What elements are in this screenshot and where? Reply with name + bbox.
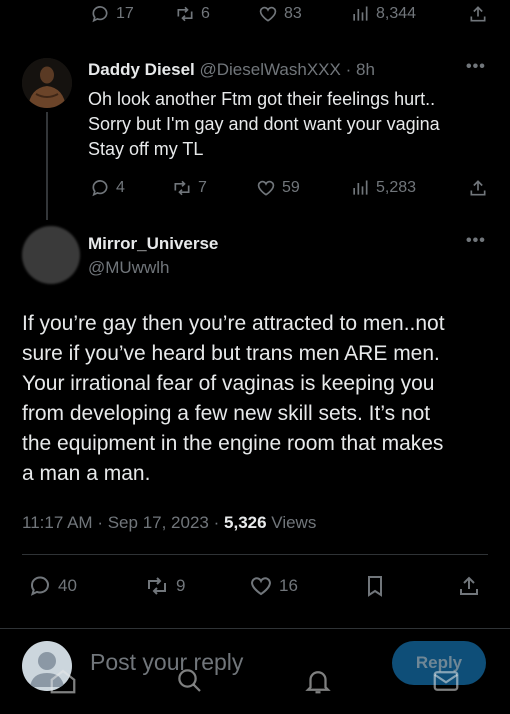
heart-icon — [251, 577, 271, 596]
heart-icon — [259, 6, 277, 22]
messages-icon[interactable] — [431, 666, 461, 696]
share-action[interactable] — [468, 178, 488, 198]
tweet-line: from developing a few new skill sets. It… — [22, 402, 431, 425]
separator: · — [345, 60, 352, 79]
repost-action[interactable]: 6 — [175, 4, 210, 24]
views-action[interactable]: 5,283 — [350, 178, 416, 198]
tweet-line: Stay off my TL — [88, 139, 204, 159]
views-icon — [353, 6, 368, 21]
more-icon[interactable]: ••• — [466, 58, 486, 76]
bookmark-icon — [368, 576, 382, 597]
like-action[interactable]: 16 — [249, 574, 298, 598]
tweet-date[interactable]: Sep 17, 2023 — [108, 513, 209, 532]
repost-count: 7 — [198, 179, 207, 196]
home-icon[interactable] — [48, 666, 78, 696]
tweet-time[interactable]: 11:17 AM — [22, 513, 93, 532]
repost-icon — [174, 180, 190, 196]
reply-action[interactable]: 4 — [90, 178, 125, 198]
reply-composer: Post your reply Reply — [0, 628, 510, 714]
avatar[interactable] — [22, 226, 80, 284]
view-count: 8,344 — [376, 5, 417, 22]
tweet-line: the equipment in the engine room that ma… — [22, 432, 444, 455]
search-icon[interactable] — [175, 666, 205, 696]
like-action[interactable]: 59 — [256, 178, 300, 198]
share-icon — [460, 576, 478, 595]
timestamp[interactable]: 8h — [356, 60, 375, 79]
avatar-image — [22, 58, 72, 108]
handle[interactable]: @DieselWashXXX — [200, 60, 341, 79]
tweet-line: Sorry but I'm gay and dont want your vag… — [88, 114, 440, 134]
repost-action[interactable]: 9 — [144, 574, 185, 598]
share-icon — [470, 6, 486, 22]
share-icon — [470, 180, 486, 196]
tweet-text: Oh look another Ftm got their feelings h… — [88, 87, 498, 162]
reply-action[interactable]: 40 — [28, 574, 77, 598]
reply-action[interactable]: 17 — [90, 4, 134, 24]
reply-count: 17 — [116, 5, 134, 22]
like-count: 59 — [282, 179, 300, 196]
handle[interactable]: @MUwwlh — [88, 258, 218, 278]
tweet-line: Oh look another Ftm got their feelings h… — [88, 89, 436, 109]
repost-count: 9 — [176, 576, 186, 595]
separator: · — [213, 513, 220, 532]
bookmark-action[interactable] — [363, 574, 387, 598]
tweet-text: If you’re gay then you’re attracted to m… — [22, 309, 502, 489]
like-count: 83 — [284, 5, 302, 22]
reply-count: 40 — [58, 576, 77, 595]
notifications-icon[interactable] — [303, 666, 333, 696]
views-action[interactable]: 8,344 — [350, 4, 416, 24]
share-action[interactable] — [457, 574, 481, 598]
tweet-line: sure if you’ve heard but trans men ARE m… — [22, 342, 440, 365]
tweet-line: a man a man. — [22, 462, 151, 485]
tweet-line: Your irrational fear of vaginas is keepi… — [22, 372, 435, 395]
repost-icon — [148, 577, 166, 595]
thread-line — [46, 112, 48, 220]
tweet-meta: 11:17 AM · Sep 17, 2023 · 5,326 Views — [22, 513, 316, 533]
reply-icon — [92, 180, 108, 197]
heart-icon — [257, 180, 275, 196]
avatar[interactable] — [22, 58, 72, 108]
views-icon — [353, 180, 368, 195]
tweet-line: If you’re gay then you’re attracted to m… — [22, 312, 445, 335]
author-info: Mirror_Universe @MUwwlh — [88, 234, 218, 278]
reply-icon — [92, 6, 108, 23]
reply-count: 4 — [116, 179, 125, 196]
views-label: Views — [271, 513, 317, 532]
separator: · — [97, 513, 103, 532]
share-action[interactable] — [468, 4, 488, 24]
repost-count: 6 — [201, 5, 210, 22]
tweet-header: Daddy Diesel @DieselWashXXX · 8h — [88, 60, 375, 80]
bottom-nav — [0, 664, 510, 698]
divider — [22, 554, 488, 555]
reply-icon — [30, 576, 49, 596]
view-count: 5,283 — [376, 179, 417, 196]
repost-action[interactable]: 7 — [172, 178, 207, 198]
display-name[interactable]: Mirror_Universe — [88, 234, 218, 254]
like-action[interactable]: 83 — [258, 4, 302, 24]
more-icon[interactable]: ••• — [466, 232, 486, 250]
like-count: 16 — [279, 576, 298, 595]
display-name[interactable]: Daddy Diesel — [88, 60, 195, 79]
view-count: 5,326 — [224, 513, 267, 532]
repost-icon — [177, 6, 193, 22]
